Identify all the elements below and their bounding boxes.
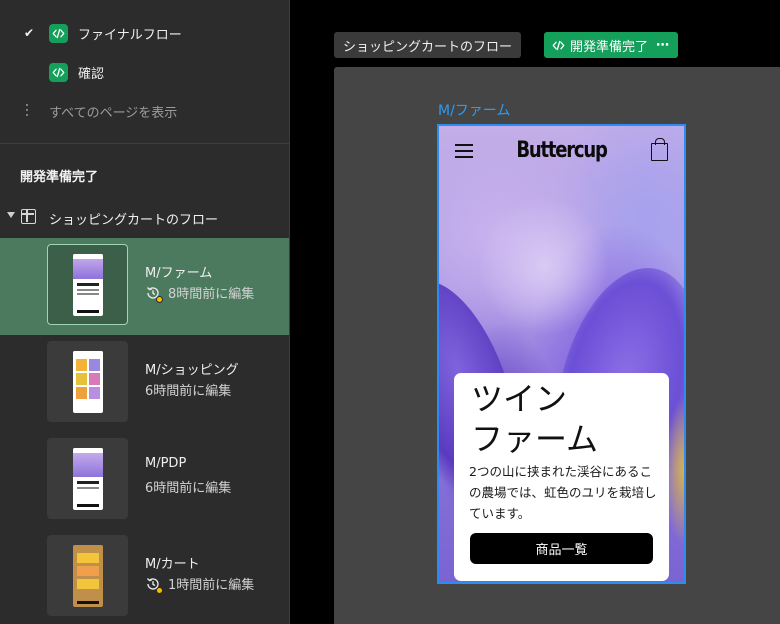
thumbnail-preview xyxy=(72,350,103,413)
frame-edit-meta: 6時間前に編集 xyxy=(145,380,231,399)
frame-item-pdp[interactable]: M/PDP 6時間前に編集 xyxy=(0,432,289,529)
history-icon xyxy=(145,285,163,303)
dev-mode-icon xyxy=(49,23,68,43)
product-list-button[interactable]: 商品一覧 xyxy=(470,533,653,564)
frame-edited-time: 1時間前に編集 xyxy=(168,578,255,593)
frame-edited-time: 8時間前に編集 xyxy=(168,287,255,302)
more-options-icon[interactable]: ⋯ xyxy=(656,38,670,53)
card-title: ツイン ファーム xyxy=(471,379,661,459)
sidebar-divider xyxy=(0,143,289,144)
card-title-line: ファーム xyxy=(471,420,599,458)
frame-edit-meta: 8時間前に編集 xyxy=(145,283,255,303)
flow-group-toggle[interactable]: ショッピングカートのフロー xyxy=(0,204,289,230)
frame-edit-meta: 1時間前に編集 xyxy=(145,574,255,594)
thumbnail-preview xyxy=(72,447,103,510)
frame-item-farm[interactable]: M/ファーム 8時間前に編集 xyxy=(0,238,289,335)
page-item-label: ファイナルフロー xyxy=(78,27,182,43)
pages-sidebar: ✔ ファイナルフロー 確認 すべてのページを表示 開発準備完了 ショッピングカー… xyxy=(0,0,290,624)
frame-thumbnail xyxy=(47,341,128,422)
thumbnail-preview xyxy=(72,544,103,607)
frame-thumbnail xyxy=(47,438,128,519)
notification-dot xyxy=(156,586,163,594)
flower-petal-shape xyxy=(479,196,609,336)
more-vertical-icon xyxy=(25,104,29,118)
frame-thumbnail xyxy=(47,535,128,616)
brand-logo: Buttercup xyxy=(516,138,608,163)
page-item-review[interactable]: 確認 xyxy=(0,54,289,90)
frame-edited-time: 6時間前に編集 xyxy=(145,481,232,496)
frame-edited-time: 6時間前に編集 xyxy=(145,384,232,399)
history-icon xyxy=(145,576,163,594)
shopping-bag-icon[interactable] xyxy=(651,138,668,161)
notification-dot xyxy=(156,295,163,303)
show-all-pages-label: すべてのページを表示 xyxy=(49,105,178,121)
show-all-pages-button[interactable]: すべてのページを表示 xyxy=(0,93,289,129)
thumbnail-preview xyxy=(72,253,103,316)
phone-frame-farm[interactable]: Buttercup ツイン ファーム 2つの山に挟まれた渓谷にあるこの農場では、… xyxy=(437,124,686,584)
ready-for-dev-label: 開発準備完了 xyxy=(570,39,649,55)
frame-thumbnail xyxy=(47,244,128,325)
card-title-line: ツイン xyxy=(471,380,568,418)
dev-mode-icon xyxy=(49,62,68,82)
frame-name: M/PDP xyxy=(145,456,187,471)
frame-name: M/ファーム xyxy=(145,266,213,281)
flow-label: ショッピングカートのフロー xyxy=(49,213,219,228)
frame-item-cart[interactable]: M/カート 1時間前に編集 xyxy=(0,529,289,624)
page-item-final-flow[interactable]: ✔ ファイナルフロー xyxy=(0,15,289,51)
flow-tag[interactable]: ショッピングカートのフロー xyxy=(334,32,522,58)
frame-edit-meta: 6時間前に編集 xyxy=(145,477,231,496)
card-description: 2つの山に挟まれた渓谷にあるこの農場では、虹色のユリを栽培しています。 xyxy=(469,464,657,521)
dev-mode-icon xyxy=(552,40,565,50)
section-title: 開発準備完了 xyxy=(20,170,99,185)
frame-item-shopping[interactable]: M/ショッピング 6時間前に編集 xyxy=(0,335,289,432)
frame-name: M/カート xyxy=(145,557,200,572)
checkmark-icon: ✔ xyxy=(24,26,35,40)
frame-name: M/ショッピング xyxy=(145,363,239,378)
ready-for-dev-tag[interactable]: 開発準備完了 ⋯ xyxy=(544,32,679,58)
frame-label[interactable]: M/ファーム xyxy=(438,100,510,120)
frame-icon xyxy=(21,209,36,224)
page-item-label: 確認 xyxy=(78,66,105,82)
hero-card: ツイン ファーム 2つの山に挟まれた渓谷にあるこの農場では、虹色のユリを栽培して… xyxy=(454,373,669,581)
caret-down-icon[interactable] xyxy=(7,212,15,218)
